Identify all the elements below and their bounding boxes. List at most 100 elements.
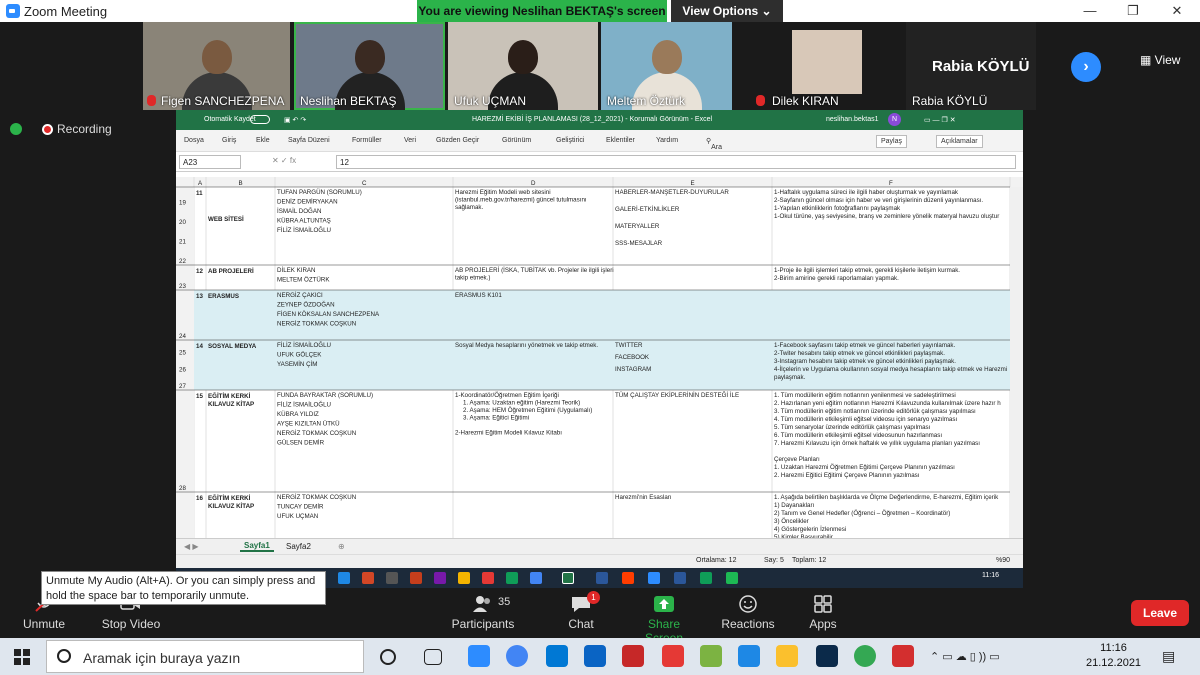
cell-f-detail: 2) Tanım ve Genel Hedefler (Öğrenci – Öğ… — [774, 510, 950, 517]
user-avatar[interactable]: N — [888, 113, 901, 126]
cell-c-person: FİLİZ İSMAİLOĞLU — [277, 402, 331, 409]
remote-app-icon — [530, 572, 542, 584]
add-sheet-icon[interactable]: ⊕ — [338, 542, 345, 551]
mail-icon[interactable] — [546, 645, 568, 667]
cell-f-detail: 6. Tüm modüllerin etkileşimli eğitsel vi… — [774, 432, 942, 439]
cell-c-person: FİGEN KÖKSALAN SANCHEZPENA — [277, 311, 380, 318]
recording-indicator[interactable]: Recording — [10, 122, 112, 136]
chat-label: Chat — [568, 617, 594, 631]
reactions-button[interactable]: Reactions — [720, 595, 776, 631]
view-button[interactable]: ▦ View — [1140, 53, 1180, 67]
windows-start-icon[interactable] — [14, 649, 30, 665]
vscode-icon[interactable] — [738, 645, 760, 667]
leave-button[interactable]: Leave — [1131, 600, 1189, 626]
ribbon-tab[interactable]: Dosya — [184, 137, 204, 144]
taskbar-clock[interactable]: 11:16 21.12.2021 — [1086, 641, 1141, 671]
cell-f-detail: 3) Öncelikler — [774, 518, 809, 525]
ribbon-tab[interactable]: Veri — [404, 137, 416, 144]
remote-app-icon — [648, 572, 660, 584]
comments-button[interactable]: Açıklamalar — [936, 135, 983, 148]
spreadsheet-grid[interactable]: A B C D E F 19 20 21 22 11 WEB SİTESİ TUFAN PARGÜN (… — [176, 177, 1023, 549]
muted-mic-icon — [147, 95, 156, 106]
ribbon-tab[interactable]: Görünüm — [502, 137, 531, 144]
participants-button[interactable]: 35 Participants — [450, 595, 516, 631]
ribbon-search[interactable]: ⚲ Ara — [706, 137, 722, 151]
cell-d-task: sağlamak. — [455, 204, 483, 211]
notifications-icon[interactable]: ▤ — [1162, 648, 1175, 665]
remote-app-icon — [458, 572, 470, 584]
photoshop-icon[interactable] — [816, 645, 838, 667]
remote-app-icon — [410, 572, 422, 584]
outlook-icon[interactable] — [584, 645, 606, 667]
save-icon[interactable]: ▣ ↶ ↷ — [284, 116, 306, 124]
ribbon-tab[interactable]: Formüller — [352, 137, 382, 144]
ribbon-tab[interactable]: Ekle — [256, 137, 270, 144]
apps-button[interactable]: Apps — [806, 595, 840, 631]
pdf-icon[interactable] — [662, 645, 684, 667]
participant-tile[interactable]: Ufuk UÇMAN — [448, 22, 598, 110]
status-sum: Toplam: 12 — [792, 557, 827, 564]
participant-tile[interactable]: Meltem Öztürk — [601, 22, 732, 110]
row-header-cell — [176, 390, 194, 492]
sheet-nav-icon[interactable]: ◀ ▶ — [184, 542, 199, 551]
participant-tile[interactable]: Rabia KÖYLÜ Rabia KÖYLÜ — [906, 22, 1036, 110]
cortana-icon[interactable] — [380, 649, 396, 665]
taskbar-search-box[interactable]: Aramak için buraya yazın — [46, 640, 364, 673]
cell-d-task: Sosyal Medya hesaplarını yönetmek ve tak… — [455, 342, 598, 349]
cell-d-task: 2. Aşama: HEM Öğretmen Eğitimi (Uygulama… — [463, 407, 592, 414]
remote-app-icon — [434, 572, 446, 584]
cell-f-detail: 4. Tüm modüllerin etkileşimli eğitsel vi… — [774, 416, 957, 423]
cell-a-number: 14 — [196, 343, 203, 350]
apps-grid-icon — [814, 595, 832, 613]
zoom-app-icon[interactable] — [468, 645, 490, 667]
cell-f-detail: 1) Dayanakları — [774, 502, 815, 509]
participant-tile[interactable]: Dilek KIRAN — [752, 22, 902, 110]
task-view-icon[interactable] — [424, 649, 442, 665]
ribbon-tab[interactable]: Giriş — [222, 137, 236, 144]
cell-e-item: FACEBOOK — [615, 354, 650, 361]
vlc-icon[interactable] — [776, 645, 798, 667]
ribbon-tab[interactable]: Sayfa Düzeni — [288, 137, 330, 144]
participant-tile-active[interactable]: Neslihan BEKTAŞ — [294, 22, 445, 110]
chrome-profile-icon[interactable] — [854, 645, 876, 667]
autosave-toggle[interactable] — [250, 115, 270, 124]
search-placeholder: Aramak için buraya yazın — [83, 650, 241, 666]
ribbon-tab[interactable]: Eklentiler — [606, 137, 635, 144]
chat-button[interactable]: 1 Chat — [564, 591, 600, 631]
cell-a-number: 11 — [196, 190, 203, 197]
sheet-tab-sayfa1[interactable]: Sayfa1 — [240, 541, 274, 552]
column-header-bar — [176, 177, 1023, 187]
cell-d-task: takip etmek.) — [455, 275, 490, 282]
sheet-tab-sayfa2[interactable]: Sayfa2 — [286, 542, 311, 551]
participant-name: Meltem Öztürk — [607, 94, 686, 108]
minimize-icon[interactable]: — — [1081, 2, 1099, 20]
cell-f-detail: 2-Sayfanın güncel olması için haber ve v… — [774, 197, 983, 204]
participant-name: Dilek KIRAN — [772, 94, 839, 108]
chrome-icon[interactable] — [506, 645, 528, 667]
formula-input[interactable]: 12 — [336, 155, 1016, 169]
cell-a-number: 16 — [196, 495, 203, 502]
ribbon-tab[interactable]: Yardım — [656, 137, 678, 144]
remote-clock: 11:16 — [982, 572, 999, 579]
cell-b-category: KILAVUZ KİTAP — [208, 401, 254, 408]
cell-b-category: EĞİTİM KERKİ — [208, 392, 251, 400]
winrar-icon[interactable] — [622, 645, 644, 667]
tray-icons[interactable]: ⌃ ▭ ☁ ▯ )) ▭ — [930, 650, 1000, 663]
tool-icon[interactable] — [700, 645, 722, 667]
next-page-arrow-icon[interactable]: › — [1071, 52, 1101, 82]
window-controls-icon[interactable]: ▭ — ❐ ✕ — [924, 116, 956, 124]
acrobat-icon[interactable] — [892, 645, 914, 667]
recording-label: Recording — [57, 122, 112, 136]
close-icon[interactable]: ✕ — [1168, 2, 1186, 20]
view-options-button[interactable]: View Options ⌄ — [671, 0, 783, 22]
ribbon-tab[interactable]: Geliştirici — [556, 137, 584, 144]
participant-tile[interactable]: Figen SANCHEZPENA — [143, 22, 290, 110]
cell-c-person: TUNCAY DEMİR — [277, 504, 324, 511]
cell-c-person: FİLİZ İSMAİLOĞLU — [277, 342, 331, 349]
ribbon-tab[interactable]: Gözden Geçir — [436, 137, 479, 144]
cell-e-item: SSS-MESAJLAR — [615, 240, 663, 247]
restore-icon[interactable]: ❐ — [1124, 2, 1142, 20]
share-button[interactable]: Paylaş — [876, 135, 908, 148]
sheet-tabs: ◀ ▶ Sayfa1 Sayfa2 ⊕ — [176, 538, 1023, 554]
name-box[interactable]: A23 — [179, 155, 241, 169]
